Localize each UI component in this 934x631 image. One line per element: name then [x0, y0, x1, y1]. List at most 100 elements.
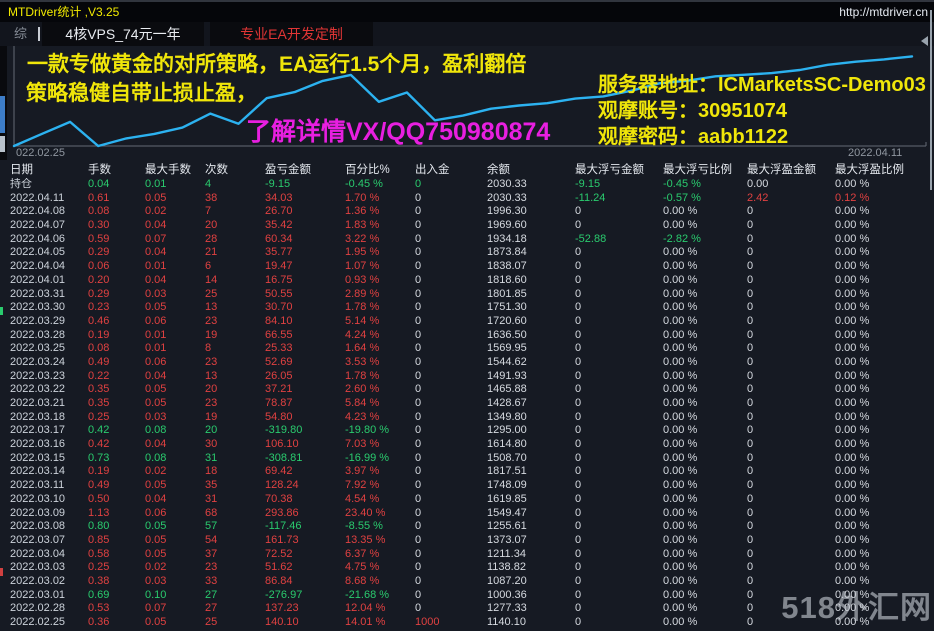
cell-max-float-loss: 0 — [575, 288, 663, 302]
table-row[interactable]: 2022.03.300.230.051330.701.78 %01751.300… — [0, 301, 934, 315]
cell-pnl: 293.86 — [265, 507, 345, 521]
table-row[interactable]: 2022.04.010.200.041416.750.93 %01818.600… — [0, 274, 934, 288]
table-row[interactable]: 2022.03.070.850.0554161.7313.35 %01373.0… — [0, 534, 934, 548]
cell-trades: 68 — [205, 507, 265, 521]
cell-lots: 0.08 — [88, 205, 145, 219]
cell-trades: 19 — [205, 411, 265, 425]
table-row[interactable]: 2022.03.240.490.062352.693.53 %01544.620… — [0, 356, 934, 370]
table-row[interactable]: 2022.04.060.590.072860.343.22 %01934.18-… — [0, 233, 934, 247]
cell-pnl: 52.69 — [265, 356, 345, 370]
table-row[interactable]: 2022.03.250.080.01825.331.64 %01569.9500… — [0, 342, 934, 356]
cell-pnl: 50.55 — [265, 288, 345, 302]
cell-max-float-profit: 0 — [747, 561, 835, 575]
cell-balance: 1619.85 — [487, 493, 575, 507]
header-date: 日期 — [0, 163, 88, 178]
site-url-link[interactable]: http://mtdriver.cn — [839, 2, 928, 22]
cell-trades: 54 — [205, 534, 265, 548]
cell-max-float-loss: 0 — [575, 575, 663, 589]
server-info-block: 服务器地址：ICMarketsSC-Demo03 观摩账号：30951074 观… — [598, 72, 926, 150]
table-row[interactable]: 2022.03.110.490.0535128.247.92 %01748.09… — [0, 479, 934, 493]
tab-ea-ad[interactable]: 专业EA开发定制 — [210, 22, 373, 46]
cell-in-out: 0 — [415, 424, 487, 438]
cell-max-lots: 0.08 — [145, 424, 205, 438]
cell-pct: -16.99 % — [345, 452, 415, 466]
cell-lots: 0.50 — [88, 493, 145, 507]
cell-max-lots: 0.01 — [145, 260, 205, 274]
table-row[interactable]: 2022.03.280.190.011966.554.24 %01636.500… — [0, 329, 934, 343]
cell-trades: 35 — [205, 479, 265, 493]
table-row[interactable]: 2022.03.220.350.052037.212.60 %01465.880… — [0, 383, 934, 397]
table-row[interactable]: 2022.03.150.730.0831-308.81-16.99 %01508… — [0, 452, 934, 466]
table-row[interactable]: 2022.04.040.060.01619.471.07 %01838.0700… — [0, 260, 934, 274]
cell-date: 2022.04.07 — [0, 219, 88, 233]
cell-trades: 7 — [205, 205, 265, 219]
cell-pnl: 72.52 — [265, 548, 345, 562]
cell-balance: 1138.82 — [487, 561, 575, 575]
cell-max-lots: 0.04 — [145, 438, 205, 452]
cell-max-float-loss: 0 — [575, 315, 663, 329]
table-row[interactable]: 2022.03.080.800.0557-117.46-8.55 %01255.… — [0, 520, 934, 534]
cell-in-out: 0 — [415, 301, 487, 315]
watch-account-row: 观摩账号：30951074 — [598, 98, 926, 124]
cell-date: 2022.03.04 — [0, 548, 88, 562]
cell-lots: 0.30 — [88, 219, 145, 233]
cell-pct: 1.07 % — [345, 260, 415, 274]
cell-pnl: 137.23 — [265, 602, 345, 616]
tab-vps-ad[interactable]: 4核VPS_74元一年 — [42, 22, 204, 46]
table-row[interactable]: 2022.03.170.420.0820-319.80-19.80 %01295… — [0, 424, 934, 438]
cell-max-float-profit-pct: 0.00 % — [835, 301, 934, 315]
table-row[interactable]: 2022.04.080.080.02726.701.36 %01996.3000… — [0, 205, 934, 219]
watch-password-value: aabb1122 — [698, 126, 788, 148]
cell-trades: 20 — [205, 424, 265, 438]
cell-trades: 20 — [205, 219, 265, 233]
cell-balance: 1996.30 — [487, 205, 575, 219]
table-row-open-position[interactable]: 持仓0.040.014-9.15-0.45 %02030.33-9.15-0.4… — [0, 178, 934, 192]
table-row[interactable]: 2022.03.030.250.022351.624.75 %01138.820… — [0, 561, 934, 575]
table-row[interactable]: 2022.03.180.250.031954.804.23 %01349.800… — [0, 411, 934, 425]
cell-balance: 1544.62 — [487, 356, 575, 370]
cell-max-float-loss: 0 — [575, 520, 663, 534]
promo-text-line1: 一款专做黄金的对所策略，EA运行1.5个月，盈利翻倍 — [27, 48, 526, 78]
table-row[interactable]: 2022.03.210.350.052378.875.84 %01428.670… — [0, 397, 934, 411]
cell-max-float-profit-pct: 0.00 % — [835, 356, 934, 370]
cell-max-float-loss-pct: 0.00 % — [663, 479, 747, 493]
table-row[interactable]: 2022.03.230.220.041326.051.78 %01491.930… — [0, 370, 934, 384]
chart-scrollbar[interactable] — [930, 10, 932, 190]
cell-max-lots: 0.10 — [145, 589, 205, 603]
cell-pnl: 106.10 — [265, 438, 345, 452]
cell-in-out: 0 — [415, 342, 487, 356]
cell-max-float-loss-pct: 0.00 % — [663, 356, 747, 370]
cell-in-out: 0 — [415, 205, 487, 219]
cell-max-lots: 0.05 — [145, 548, 205, 562]
table-row[interactable]: 2022.04.070.300.042035.421.83 %01969.600… — [0, 219, 934, 233]
table-row[interactable]: 2022.03.100.500.043170.384.54 %01619.850… — [0, 493, 934, 507]
table-row[interactable]: 2022.03.160.420.0430106.107.03 %01614.80… — [0, 438, 934, 452]
cell-lots: 0.22 — [88, 370, 145, 384]
cell-max-float-profit: 0 — [747, 233, 835, 247]
table-row[interactable]: 2022.03.140.190.021869.423.97 %01817.510… — [0, 465, 934, 479]
cell-balance: 1969.60 — [487, 219, 575, 233]
cell-balance: 1549.47 — [487, 507, 575, 521]
cell-max-float-loss-pct: -0.57 % — [663, 192, 747, 206]
cell-trades: 14 — [205, 274, 265, 288]
table-row[interactable]: 2022.03.290.460.062384.105.14 %01720.600… — [0, 315, 934, 329]
cell-pct: 1.78 % — [345, 301, 415, 315]
cell-max-float-profit-pct: 0.00 % — [835, 507, 934, 521]
cell-in-out: 0 — [415, 589, 487, 603]
cell-in-out: 0 — [415, 383, 487, 397]
cell-max-float-profit: 0 — [747, 205, 835, 219]
table-row[interactable]: 2022.03.091.130.0668293.8623.40 %01549.4… — [0, 507, 934, 521]
table-row[interactable]: 2022.04.050.290.042135.771.95 %01873.840… — [0, 246, 934, 260]
cell-max-float-profit-pct: 0.00 % — [835, 534, 934, 548]
cell-balance: 1838.07 — [487, 260, 575, 274]
cell-pct: 3.53 % — [345, 356, 415, 370]
table-row[interactable]: 2022.04.110.610.053834.031.70 %02030.33-… — [0, 192, 934, 206]
cell-max-float-profit-pct: 0.00 % — [835, 205, 934, 219]
tab-vps-ad-label: 4核VPS_74元一年 — [65, 26, 180, 42]
table-row[interactable]: 2022.03.310.290.032550.552.89 %01801.850… — [0, 288, 934, 302]
table-row[interactable]: 2022.03.040.580.053772.526.37 %01211.340… — [0, 548, 934, 562]
cell-max-float-profit: 0 — [747, 274, 835, 288]
cell-pnl: 128.24 — [265, 479, 345, 493]
cell-max-float-profit-pct: 0.00 % — [835, 383, 934, 397]
cell-in-out: 0 — [415, 219, 487, 233]
